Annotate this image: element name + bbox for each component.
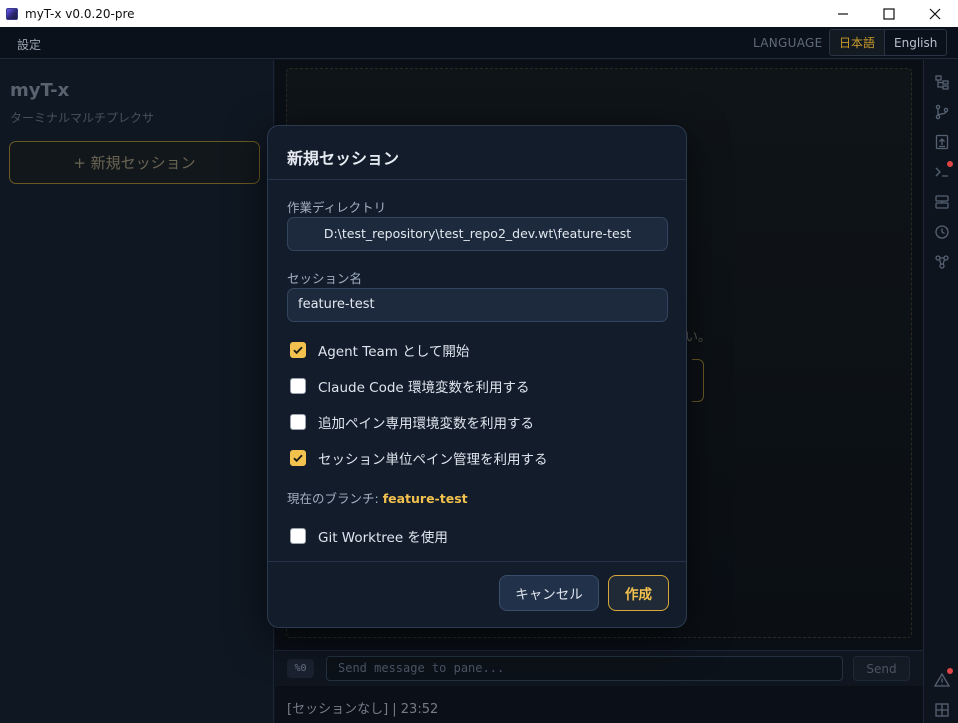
agent-team-option[interactable]: Agent Team として開始 [290, 340, 469, 360]
right-icon-rail [923, 60, 958, 723]
message-input[interactable]: Send message to pane... [326, 656, 843, 681]
session-name-label: セッション名 [287, 271, 363, 286]
file-tree-icon[interactable] [934, 74, 950, 90]
claude-env-option[interactable]: Claude Code 環境変数を利用する [290, 376, 530, 396]
window-titlebar: myT-x v0.0.20-pre [0, 0, 958, 27]
lang-ja-button[interactable]: 日本語 [830, 30, 886, 55]
pane-action-button[interactable] [692, 359, 704, 402]
git-worktree-checkbox[interactable] [290, 528, 306, 544]
branch-name: feature-test [382, 491, 468, 506]
status-text: [セッションなし] | 23:52 [287, 702, 439, 717]
pane-hint-text: い。 [685, 330, 712, 345]
session-pane-label: セッション単位ペイン管理を利用する [318, 452, 548, 468]
alert-dot [947, 668, 953, 674]
settings-menu[interactable]: 設定 [17, 36, 41, 53]
minimize-button[interactable] [820, 0, 866, 27]
footer-divider [268, 561, 686, 562]
window-controls [820, 0, 958, 27]
agent-team-checkbox[interactable] [290, 342, 306, 358]
close-button[interactable] [912, 0, 958, 27]
history-icon[interactable] [934, 224, 950, 240]
sidebar: myT-x ターミナルマルチプレクサ + 新規セッション [0, 60, 274, 723]
session-pane-option[interactable]: セッション単位ペイン管理を利用する [290, 448, 548, 468]
pane-env-option[interactable]: 追加ペイン専用環境変数を利用する [290, 412, 534, 432]
git-worktree-option[interactable]: Git Worktree を使用 [290, 526, 448, 546]
git-branch-icon[interactable] [934, 104, 950, 120]
send-button[interactable]: Send [853, 656, 910, 681]
pane-env-checkbox[interactable] [290, 414, 306, 430]
dialog-title: 新規セッション [287, 149, 400, 168]
check-icon [293, 346, 303, 355]
new-session-button[interactable]: + 新規セッション [9, 141, 260, 184]
upload-icon[interactable] [934, 134, 950, 150]
menu-bar: 設定 LANGUAGE 日本語 English [0, 27, 958, 59]
create-button[interactable]: 作成 [608, 575, 669, 611]
pane-id-badge: %0 [287, 659, 314, 678]
notification-dot [947, 161, 953, 167]
language-label: LANGUAGE [753, 36, 823, 50]
warning-icon[interactable] [934, 668, 953, 688]
branch-label: 現在のブランチ: [287, 491, 383, 506]
session-pane-checkbox[interactable] [290, 450, 306, 466]
app-icon [6, 7, 18, 20]
grid-icon[interactable] [934, 702, 950, 718]
working-directory-field[interactable]: D:\test_repository\test_repo2_dev.wt\fea… [287, 217, 668, 251]
dir-label: 作業ディレクトリ [287, 200, 387, 215]
session-name-field[interactable]: feature-test [287, 288, 668, 322]
maximize-icon [883, 7, 895, 20]
lang-en-button[interactable]: English [885, 30, 946, 55]
terminal-icon[interactable] [934, 161, 953, 180]
git-worktree-label: Git Worktree を使用 [318, 530, 448, 546]
agent-team-label: Agent Team として開始 [318, 344, 470, 360]
current-branch: 現在のブランチ: feature-test [287, 488, 468, 507]
graph-icon[interactable] [934, 254, 950, 270]
app-brand: myT-x [10, 80, 70, 101]
window-title: myT-x v0.0.20-pre [25, 6, 135, 21]
app-subtitle: ターミナルマルチプレクサ [10, 111, 155, 125]
layout-icon[interactable] [934, 194, 950, 210]
new-session-dialog: 新規セッション 作業ディレクトリ D:\test_repository\test… [267, 125, 687, 628]
claude-env-label: Claude Code 環境変数を利用する [318, 380, 530, 396]
claude-env-checkbox[interactable] [290, 378, 306, 394]
cancel-button[interactable]: キャンセル [499, 575, 599, 611]
maximize-button[interactable] [866, 0, 912, 27]
check-icon [293, 454, 303, 463]
message-row: %0 Send message to pane... Send [275, 650, 923, 686]
minimize-icon [838, 12, 848, 15]
close-icon [929, 8, 941, 19]
status-bar: [セッションなし] | 23:52 [275, 687, 923, 723]
dialog-divider [268, 179, 686, 180]
pane-env-label: 追加ペイン専用環境変数を利用する [318, 416, 534, 432]
language-switcher: 日本語 English [829, 29, 948, 56]
